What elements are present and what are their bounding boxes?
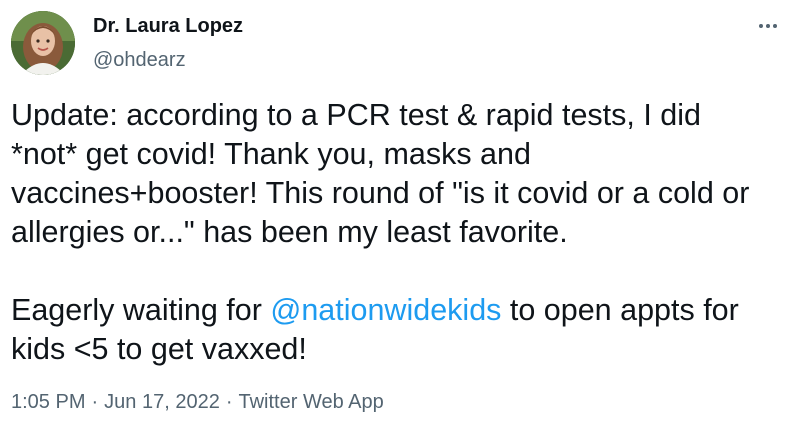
tweet-text-segment: to open appts for xyxy=(501,293,739,327)
avatar[interactable] xyxy=(11,11,75,75)
user-handle[interactable]: @ohdearz xyxy=(93,48,243,72)
separator: · xyxy=(225,391,233,413)
tweet-date[interactable]: Jun 17, 2022 xyxy=(104,391,220,413)
author-info: Dr. Laura Lopez @ohdearz xyxy=(93,14,243,72)
tweet-source[interactable]: Twitter Web App xyxy=(238,391,383,413)
separator: · xyxy=(91,391,99,413)
avatar-photo xyxy=(11,11,75,75)
tweet-text: Update: according to a PCR test & rapid … xyxy=(11,96,796,369)
tweet-text-segment: Eagerly waiting for xyxy=(11,293,271,327)
tweet-metadata: 1:05 PM · Jun 17, 2022 · Twitter Web App xyxy=(11,390,384,414)
tweet-line: vaccines+booster! This round of "is it c… xyxy=(11,176,750,210)
more-options-icon xyxy=(758,24,779,28)
tweet-line: allergies or..." has been my least favor… xyxy=(11,215,568,249)
mention-link[interactable]: @nationwidekids xyxy=(270,293,501,327)
tweet-line: kids <5 to get vaxxed! xyxy=(11,332,307,366)
tweet-line: Eagerly waiting for @nationwidekids to o… xyxy=(11,291,796,330)
more-options-button[interactable] xyxy=(752,10,784,42)
display-name[interactable]: Dr. Laura Lopez xyxy=(93,14,243,38)
tweet-line: *not* get covid! Thank you, masks and xyxy=(11,137,531,171)
tweet-time[interactable]: 1:05 PM xyxy=(11,391,85,413)
tweet-line: Update: according to a PCR test & rapid … xyxy=(11,98,701,132)
tweet-card: Dr. Laura Lopez @ohdearz Update: accordi… xyxy=(0,0,800,428)
